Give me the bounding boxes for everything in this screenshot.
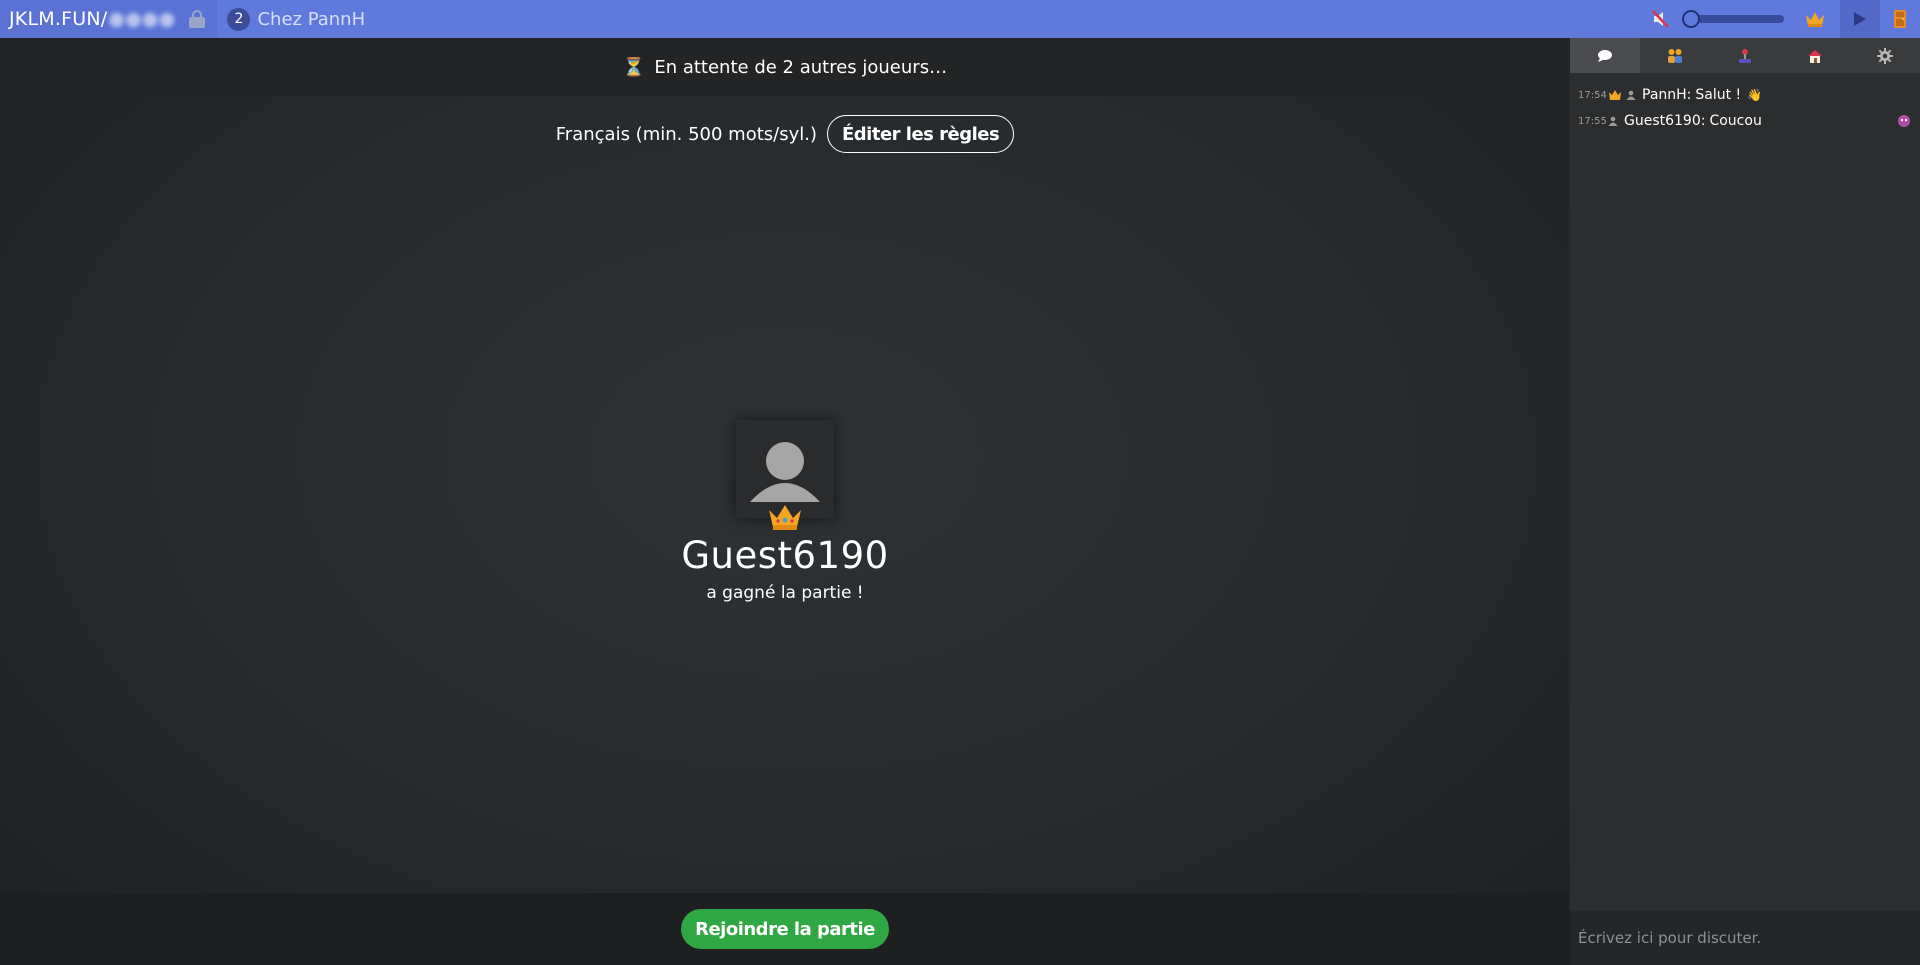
chat-icon <box>1598 49 1612 62</box>
hourglass-icon: ⏳ <box>622 56 646 78</box>
winner-crown-icon <box>769 505 801 530</box>
house-icon <box>1808 49 1822 63</box>
status-bar: ⏳ En attente de 2 autres joueurs… <box>0 38 1570 96</box>
play-button[interactable] <box>1840 0 1880 38</box>
exit-button[interactable] <box>1880 0 1920 38</box>
volume-slider[interactable] <box>1682 10 1784 28</box>
crown-icon <box>1609 90 1621 100</box>
rules-summary: Français (min. 500 mots/syl.) <box>555 123 817 145</box>
chat-messages: 17:54 PannH: Salut ! 👋 17:55 Guest6190: … <box>1570 73 1920 143</box>
tab-games[interactable] <box>1710 38 1780 73</box>
top-bar: JKLM.FUN/ ●●●● 2 Chez PannH <box>0 0 1920 38</box>
winner-message: a gagné la partie ! <box>706 583 864 603</box>
volume-knob[interactable] <box>1682 10 1700 28</box>
game-area: ⏳ En attente de 2 autres joueurs… França… <box>0 38 1570 965</box>
players-icon <box>1668 48 1682 63</box>
top-controls <box>1650 0 1920 38</box>
chat-time: 17:54 <box>1578 89 1607 101</box>
chat-separator: : <box>1686 87 1692 103</box>
room-info: 2 Chez PannH <box>227 7 366 31</box>
chat-message: 17:54 PannH: Salut ! 👋 <box>1578 82 1912 108</box>
chat-message: 17:55 Guest6190: Coucou <box>1578 108 1912 134</box>
rules-line: Français (min. 500 mots/syl.) Éditer les… <box>0 115 1570 153</box>
chat-input[interactable] <box>1570 911 1920 965</box>
chat-text: Coucou <box>1709 113 1762 129</box>
wave-emoji: 👋 <box>1747 88 1763 102</box>
sidebar-tabs <box>1570 38 1920 73</box>
chat-time: 17:55 <box>1578 115 1607 127</box>
room-prefix: JKLM.FUN/ <box>9 8 108 30</box>
user-icon <box>1608 116 1618 126</box>
chat-author[interactable]: PannH <box>1642 87 1687 103</box>
winner-panel: Guest6190 a gagné la partie ! <box>635 420 935 603</box>
room-code[interactable]: JKLM.FUN/ ●●●● <box>0 0 218 38</box>
lock-icon <box>189 10 206 28</box>
bottom-bar: Rejoindre la partie <box>0 893 1570 965</box>
winner-name: Guest6190 <box>681 534 889 577</box>
tab-chat[interactable] <box>1570 38 1640 73</box>
room-code-hidden: ●●●● <box>108 8 176 30</box>
user-icon <box>1626 90 1636 100</box>
door-icon <box>1894 10 1906 28</box>
sidebar: 17:54 PannH: Salut ! 👋 17:55 Guest6190: … <box>1570 38 1920 965</box>
chat-text: Salut ! <box>1695 87 1742 103</box>
crown-icon[interactable] <box>1804 8 1826 30</box>
mute-icon[interactable] <box>1650 8 1672 30</box>
tab-rooms[interactable] <box>1780 38 1850 73</box>
play-icon <box>1854 12 1866 26</box>
edit-rules-button[interactable]: Éditer les règles <box>827 115 1015 153</box>
tab-settings[interactable] <box>1850 38 1920 73</box>
tab-players[interactable] <box>1640 38 1710 73</box>
join-game-button[interactable]: Rejoindre la partie <box>681 909 889 949</box>
chat-separator: : <box>1700 113 1706 129</box>
gear-icon <box>1877 47 1893 64</box>
joystick-icon <box>1739 48 1751 63</box>
room-name: Chez PannH <box>257 8 366 30</box>
status-text: En attente de 2 autres joueurs… <box>654 56 948 78</box>
player-count-badge: 2 <box>227 7 251 31</box>
chat-author[interactable]: Guest6190 <box>1624 113 1701 129</box>
ghost-icon[interactable] <box>1896 113 1912 129</box>
